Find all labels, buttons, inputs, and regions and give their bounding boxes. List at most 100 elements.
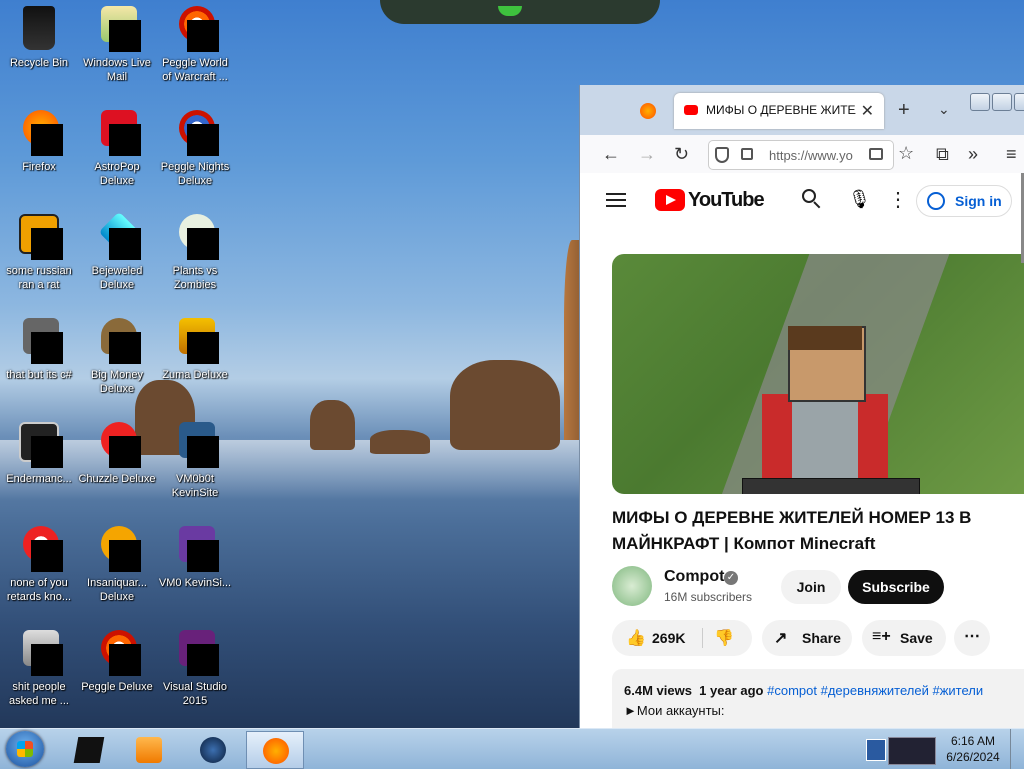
url-bar[interactable]: https://www.yo bbox=[708, 140, 894, 170]
playlist-add-icon: ≡+ bbox=[872, 628, 891, 645]
overflow-chevron-icon[interactable]: » bbox=[968, 144, 978, 165]
firefox-icon bbox=[640, 103, 656, 119]
desktop-icon-pvz[interactable]: Plants vs Zombies bbox=[156, 214, 234, 292]
close-window-button[interactable] bbox=[1014, 93, 1024, 111]
thumbs-up-icon[interactable]: 👍 bbox=[626, 628, 646, 648]
more-options-icon[interactable]: ⋮ bbox=[888, 187, 908, 212]
verified-check-icon: ✓ bbox=[724, 571, 738, 585]
join-button[interactable]: Join bbox=[781, 570, 841, 604]
show-desktop-button[interactable] bbox=[1010, 729, 1024, 769]
taskbar: 6:16 AM 6/26/2024 bbox=[0, 728, 1024, 769]
save-button[interactable]: ≡+ Save bbox=[862, 620, 946, 656]
menu-icon[interactable]: ≡ bbox=[1006, 144, 1017, 165]
tab-firefox[interactable] bbox=[634, 99, 664, 123]
tray-network-icon[interactable] bbox=[888, 737, 936, 765]
view-count: 6.4M views bbox=[624, 683, 692, 698]
description-box[interactable]: 6.4M views 1 year ago #compot #деревняжи… bbox=[612, 669, 1024, 728]
window-controls bbox=[970, 93, 1024, 113]
taskbar-app-3[interactable] bbox=[184, 731, 240, 767]
top-bezel bbox=[380, 0, 660, 24]
tab-strip: МИФЫ О ДЕРЕВНЕ ЖИТЕЛЕ ✕ + ⌄ bbox=[580, 85, 1024, 135]
desktop-icon-zuma[interactable]: Zuma Deluxe bbox=[156, 318, 234, 382]
account-icon bbox=[927, 192, 945, 210]
desktop-icon-big-money[interactable]: Big Money Deluxe bbox=[78, 318, 156, 396]
video-title: МИФЫ О ДЕРЕВНЕ ЖИТЕЛЕЙ НОМЕР 13 В МАЙНКР… bbox=[612, 508, 972, 553]
globe-icon bbox=[200, 737, 226, 763]
clock-time: 6:16 AM bbox=[950, 734, 996, 748]
desktop-icon-russian-rat[interactable]: some russian ran a rat bbox=[0, 214, 78, 292]
wallpaper-rock bbox=[310, 400, 355, 450]
desktop-icon-bejeweled[interactable]: Bejeweled Deluxe bbox=[78, 211, 156, 292]
action-row: 👍 269K 👎 ↗ Share ≡+ Save ⋯ bbox=[612, 620, 1024, 658]
system-tray bbox=[862, 731, 938, 767]
minimize-button[interactable] bbox=[970, 93, 990, 111]
subscribe-button[interactable]: Subscribe bbox=[848, 570, 944, 604]
desktop-icon-shit-people[interactable]: shit people asked me ... bbox=[0, 630, 78, 708]
desktop-icon-chuzzle[interactable]: Chuzzle Deluxe bbox=[78, 422, 156, 486]
desktop-icon-vm0-kevinsi[interactable]: VM0 KevinSi... bbox=[156, 526, 234, 590]
close-tab-icon[interactable]: ✕ bbox=[861, 101, 874, 121]
windows-logo-icon bbox=[17, 741, 33, 757]
desktop-icon-vm0b0t[interactable]: VM0b0t KevinSite bbox=[156, 422, 234, 500]
channel-avatar[interactable] bbox=[612, 566, 652, 606]
desktop-icon-windows-live-mail[interactable]: Windows Live Mail bbox=[78, 6, 156, 84]
more-horizontal-icon: ⋯ bbox=[964, 628, 980, 645]
channel-row: Compot ✓ 16M subscribers Join Subscribe bbox=[612, 566, 1024, 610]
lock-icon bbox=[741, 148, 753, 160]
tab-youtube-video[interactable]: МИФЫ О ДЕРЕВНЕ ЖИТЕЛЕ ✕ bbox=[674, 93, 884, 129]
like-dislike-group: 👍 269K 👎 bbox=[612, 620, 752, 656]
share-button[interactable]: ↗ Share bbox=[762, 620, 852, 656]
desktop-icon-peggle-wow[interactable]: Peggle World of Warcraft ... bbox=[156, 6, 234, 84]
desktop-icon-peggle-deluxe[interactable]: Peggle Deluxe bbox=[78, 630, 156, 694]
desktop-icon-astropop[interactable]: AstroPop Deluxe bbox=[78, 110, 156, 188]
hamburger-menu-icon[interactable] bbox=[606, 193, 626, 207]
taskbar-firefox[interactable] bbox=[246, 731, 304, 769]
start-button[interactable] bbox=[6, 731, 44, 767]
picture-in-picture-icon[interactable] bbox=[869, 148, 883, 160]
nav-bar: ← → ↻ https://www.yo ☆ ⧉ » ≡ bbox=[580, 135, 1024, 174]
hashtags[interactable]: #compot #деревняжителей #жители bbox=[767, 683, 983, 698]
youtube-logo-text[interactable]: YouTube bbox=[688, 189, 765, 212]
status-led bbox=[498, 6, 522, 16]
description-text: ►Мои аккаунты: bbox=[624, 703, 725, 718]
new-tab-button[interactable]: + bbox=[898, 99, 910, 122]
maximize-button[interactable] bbox=[992, 93, 1012, 111]
subscriber-count: 16M subscribers bbox=[664, 590, 753, 604]
youtube-header: YouTube 🎙 ⋮ Sign in bbox=[580, 173, 1024, 229]
app-icon bbox=[73, 737, 105, 763]
extensions-icon[interactable]: ⧉ bbox=[936, 144, 949, 165]
taskbar-clock[interactable]: 6:16 AM 6/26/2024 bbox=[938, 733, 1008, 765]
desktop-icon-recycle-bin[interactable]: Recycle Bin bbox=[0, 6, 78, 70]
reload-icon[interactable]: ↻ bbox=[674, 144, 689, 165]
youtube-logo-icon[interactable] bbox=[655, 189, 685, 211]
desktop-icon-insaniquarium[interactable]: Insaniquar... Deluxe bbox=[78, 526, 156, 604]
channel-name[interactable]: Compot bbox=[664, 568, 724, 586]
video-player[interactable] bbox=[612, 254, 1024, 494]
desktop-icon-csharp[interactable]: that but its c# bbox=[0, 318, 78, 382]
thumbs-down-icon[interactable]: 👎 bbox=[714, 628, 734, 648]
bookmark-star-icon[interactable]: ☆ bbox=[898, 143, 914, 164]
list-tabs-icon[interactable]: ⌄ bbox=[938, 101, 950, 118]
url-text: https://www.yo bbox=[769, 148, 853, 163]
taskbar-app-1[interactable] bbox=[60, 731, 116, 767]
desktop-icon-endermanc[interactable]: Endermanc... bbox=[0, 422, 78, 486]
taskbar-media-player[interactable] bbox=[120, 731, 176, 767]
tray-app-icon[interactable] bbox=[866, 739, 886, 761]
upload-age: 1 year ago bbox=[699, 683, 764, 698]
search-icon[interactable] bbox=[802, 189, 822, 209]
desktop-icon-none-of-you[interactable]: none of you retards kno... bbox=[0, 526, 78, 604]
wallpaper-rock bbox=[450, 360, 560, 450]
desktop-icon-visual-studio[interactable]: Visual Studio 2015 bbox=[156, 630, 234, 708]
like-count[interactable]: 269K bbox=[652, 630, 685, 646]
forward-arrow-icon[interactable]: → bbox=[638, 144, 656, 165]
desktop-icon-peggle-nights[interactable]: Peggle Nights Deluxe bbox=[156, 110, 234, 188]
tab-title: МИФЫ О ДЕРЕВНЕ ЖИТЕЛЕ bbox=[706, 103, 856, 117]
back-arrow-icon[interactable]: ← bbox=[602, 144, 620, 165]
microphone-icon[interactable]: 🎙 bbox=[848, 189, 871, 210]
minecraft-hotbar bbox=[742, 478, 920, 494]
desktop-icon-firefox[interactable]: Firefox bbox=[0, 110, 78, 174]
sign-in-button[interactable]: Sign in bbox=[916, 185, 1012, 217]
more-actions-button[interactable]: ⋯ bbox=[954, 620, 990, 656]
media-player-icon bbox=[136, 737, 162, 763]
youtube-favicon-icon bbox=[684, 105, 698, 115]
